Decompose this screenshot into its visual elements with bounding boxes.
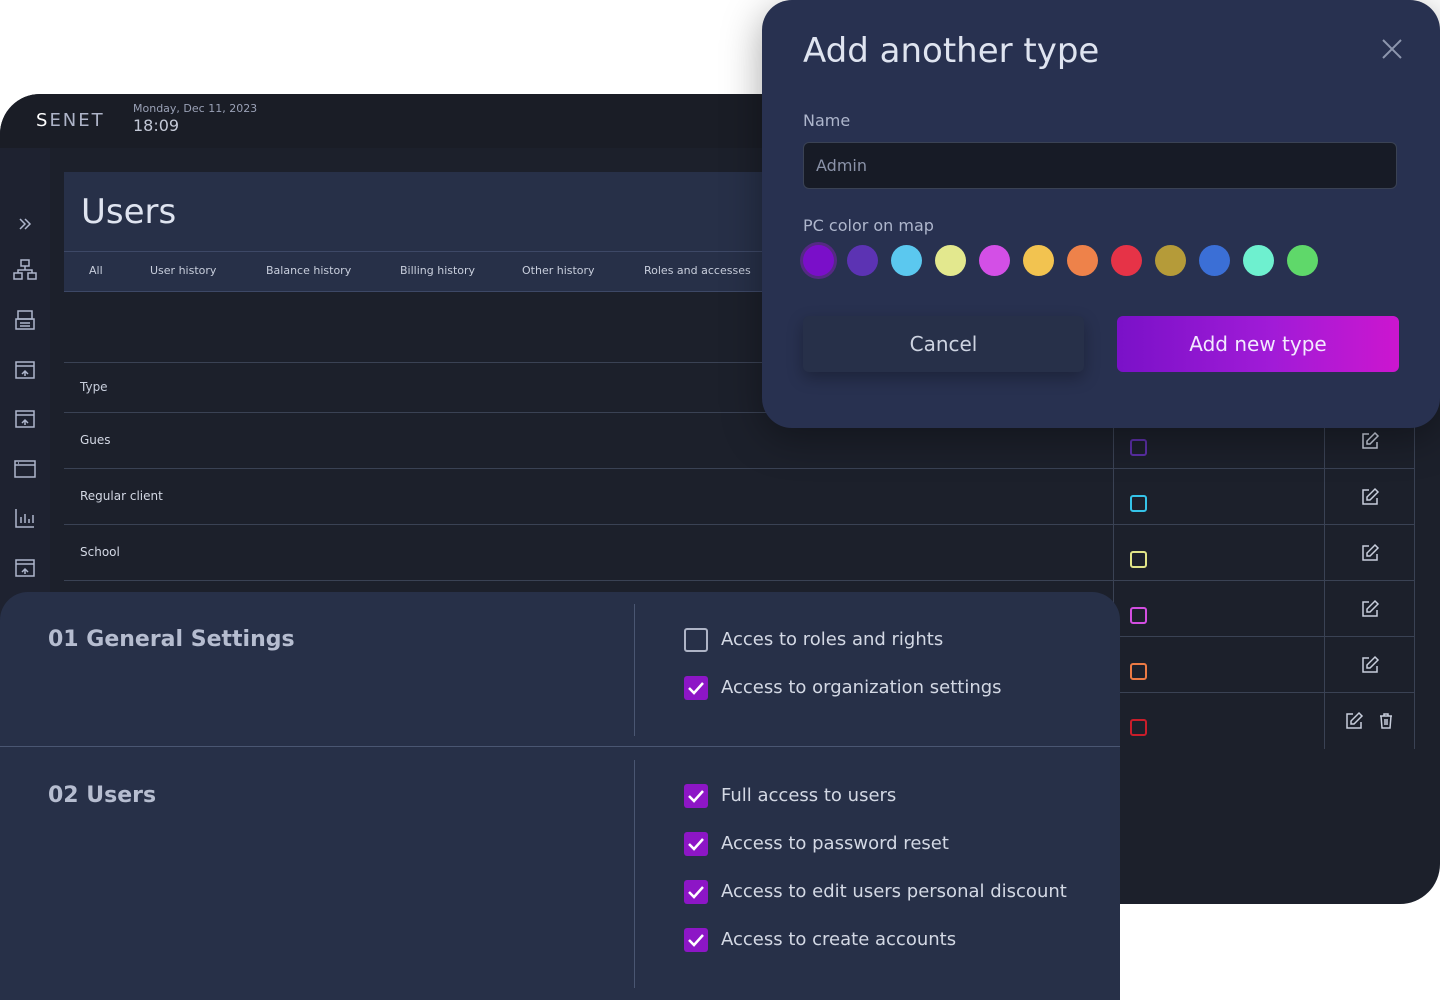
color-swatch[interactable]: [1287, 245, 1318, 276]
tab-balance-history[interactable]: Balance history: [266, 264, 351, 277]
color-swatch[interactable]: [1023, 245, 1054, 276]
color-swatch[interactable]: [1243, 245, 1274, 276]
edit-icon[interactable]: [1360, 599, 1380, 619]
row-type-label: Regular client: [80, 489, 163, 503]
tab-user-history[interactable]: User history: [150, 264, 216, 277]
check-icon: [688, 682, 704, 695]
column-divider: [1113, 525, 1114, 581]
network-icon[interactable]: [13, 258, 37, 282]
column-divider: [1324, 637, 1325, 693]
color-indicator: [1130, 663, 1147, 680]
tab-all[interactable]: All: [89, 264, 103, 277]
color-label: PC color on map: [803, 216, 934, 235]
section-divider-vertical: [634, 604, 635, 736]
column-divider: [1414, 525, 1415, 581]
monitor-icon[interactable]: [13, 556, 37, 580]
checkbox-checked[interactable]: [684, 928, 708, 952]
check-icon: [688, 790, 704, 803]
permission-label[interactable]: Access to password reset: [721, 833, 949, 854]
color-swatch[interactable]: [979, 245, 1010, 276]
column-divider: [1414, 581, 1415, 637]
check-icon: [688, 886, 704, 899]
trash-icon[interactable]: [1376, 711, 1396, 731]
checkbox-checked[interactable]: [684, 832, 708, 856]
color-indicator: [1130, 719, 1147, 736]
column-divider: [1324, 469, 1325, 525]
column-divider: [1113, 469, 1114, 525]
permissions-panel: 01 General Settings 02 Users Acces to ro…: [0, 592, 1120, 1000]
expand-icon[interactable]: [13, 212, 37, 236]
edit-icon[interactable]: [1360, 543, 1380, 563]
check-icon: [688, 934, 704, 947]
color-indicator: [1130, 439, 1147, 456]
page-title: Users: [81, 192, 177, 232]
row-type-label: School: [80, 545, 120, 559]
color-swatch[interactable]: [1067, 245, 1098, 276]
table-row: Regular client: [64, 468, 1415, 525]
edit-icon[interactable]: [1344, 711, 1364, 731]
time-label: 18:09: [133, 116, 180, 135]
name-label: Name: [803, 111, 851, 130]
tab-billing-history[interactable]: Billing history: [400, 264, 475, 277]
check-icon: [688, 838, 704, 851]
bar-chart-icon[interactable]: [13, 506, 37, 530]
date-label: Monday, Dec 11, 2023: [133, 102, 258, 115]
checkbox-checked[interactable]: [684, 784, 708, 808]
modal-title: Add another type: [803, 31, 1100, 71]
logo-rest: ENET: [49, 110, 105, 131]
section-title-users: 02 Users: [48, 783, 157, 808]
column-divider: [1324, 525, 1325, 581]
color-indicator: [1130, 495, 1147, 512]
section-divider-vertical: [634, 760, 635, 988]
section-divider: [0, 746, 1120, 747]
column-divider: [1414, 637, 1415, 693]
printer-icon[interactable]: [13, 308, 37, 332]
table-row: School: [64, 524, 1415, 581]
column-divider: [1324, 693, 1325, 749]
checkbox-checked[interactable]: [684, 880, 708, 904]
permission-label[interactable]: Full access to users: [721, 785, 896, 806]
row-type-label: Gues: [80, 433, 111, 447]
permission-label[interactable]: Acces to roles and rights: [721, 629, 943, 650]
column-divider: [1414, 693, 1415, 749]
checkbox-unchecked[interactable]: [684, 628, 708, 652]
column-header-type: Type: [80, 380, 108, 394]
checkbox-checked[interactable]: [684, 676, 708, 700]
monitor-icon[interactable]: [13, 407, 37, 431]
close-icon[interactable]: [1379, 36, 1405, 62]
name-input[interactable]: [803, 142, 1397, 189]
stage: SENET Monday, Dec 11, 2023 18:09 Users A…: [0, 0, 1440, 1000]
monitor-icon[interactable]: [13, 358, 37, 382]
color-swatch[interactable]: [847, 245, 878, 276]
permission-label[interactable]: Access to create accounts: [721, 929, 956, 950]
window-icon[interactable]: [13, 457, 37, 481]
column-divider: [1324, 581, 1325, 637]
section-title-general-settings: 01 General Settings: [48, 627, 295, 652]
tab-roles-and-accesses[interactable]: Roles and accesses: [644, 264, 751, 277]
tab-other-history[interactable]: Other history: [522, 264, 595, 277]
color-swatch[interactable]: [891, 245, 922, 276]
color-indicator: [1130, 551, 1147, 568]
color-swatch[interactable]: [1155, 245, 1186, 276]
color-swatch[interactable]: [1111, 245, 1142, 276]
logo: SENET: [36, 110, 105, 131]
color-indicator: [1130, 607, 1147, 624]
logo-s: S: [36, 110, 50, 131]
cancel-button[interactable]: Cancel: [803, 316, 1084, 372]
color-swatch[interactable]: [803, 245, 834, 276]
add-type-modal: Add another type Name PC color on map Ca…: [762, 0, 1440, 428]
add-new-type-button[interactable]: Add new type: [1117, 316, 1399, 372]
permission-label[interactable]: Access to organization settings: [721, 677, 1002, 698]
edit-icon[interactable]: [1360, 487, 1380, 507]
permission-label[interactable]: Access to edit users personal discount: [721, 881, 1067, 902]
column-divider: [1414, 469, 1415, 525]
edit-icon[interactable]: [1360, 431, 1380, 451]
edit-icon[interactable]: [1360, 655, 1380, 675]
color-swatch[interactable]: [1199, 245, 1230, 276]
color-swatch[interactable]: [935, 245, 966, 276]
